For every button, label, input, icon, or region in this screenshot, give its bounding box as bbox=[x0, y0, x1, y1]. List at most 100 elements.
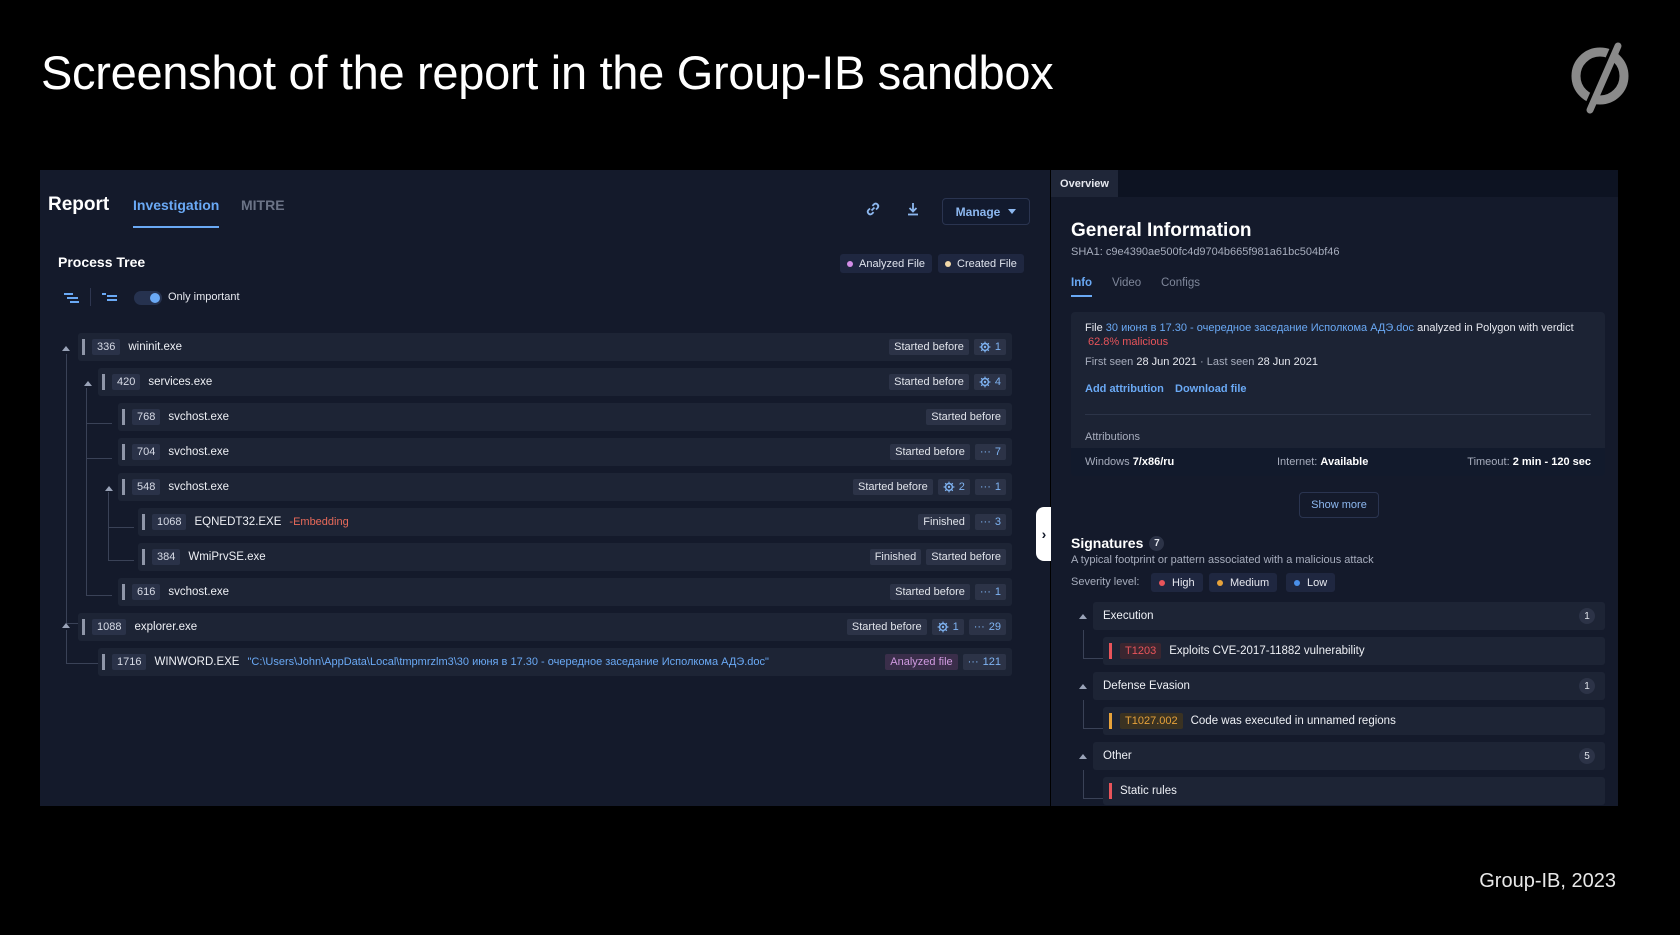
tab-investigation[interactable]: Investigation bbox=[133, 197, 220, 228]
tab-info[interactable]: Info bbox=[1071, 277, 1093, 297]
more-icon: ··· bbox=[979, 481, 991, 493]
process-pid: 420 bbox=[112, 374, 141, 390]
process-row[interactable]: 420 services.exe Started before 4 bbox=[98, 368, 1012, 396]
collapse-toggle-icon[interactable] bbox=[62, 346, 70, 351]
process-pid: 384 bbox=[152, 549, 181, 565]
divider bbox=[90, 288, 91, 306]
mitre-technique-code[interactable]: T1027.002 bbox=[1120, 713, 1183, 729]
slide-footer: Group-IB, 2023 bbox=[1479, 870, 1616, 892]
signature-group-defense-evasion[interactable]: Defense Evasion 1 bbox=[1093, 672, 1605, 700]
manage-button[interactable]: Manage bbox=[942, 198, 1030, 225]
link-icon[interactable] bbox=[864, 200, 882, 218]
process-row[interactable]: 336 wininit.exe Started before 1 bbox=[78, 333, 1012, 361]
legend-label: Analyzed File bbox=[859, 257, 926, 270]
analyzed-file-badge: Analyzed file bbox=[885, 654, 958, 670]
status-badge: Finished bbox=[869, 549, 922, 565]
file-info-card: File 30 июня в 17.30 - очередное заседан… bbox=[1071, 312, 1605, 476]
process-row[interactable]: 704 svchost.exe Started before ··· 7 bbox=[118, 438, 1012, 466]
process-row[interactable]: 384 WmiPrvSE.exe Finished Started before bbox=[138, 543, 1012, 571]
overview-panel: Overview General Information SHA1: c9e43… bbox=[1051, 170, 1618, 806]
report-title: Report bbox=[48, 194, 110, 215]
process-args: -Embedding bbox=[289, 516, 349, 528]
severity-high-chip[interactable]: High bbox=[1151, 573, 1203, 592]
download-file-link[interactable]: Download file bbox=[1175, 383, 1247, 395]
legend-created-file: Created File bbox=[938, 254, 1024, 273]
mitre-technique-code[interactable]: T1203 bbox=[1120, 643, 1162, 659]
collapse-toggle-icon[interactable] bbox=[1079, 614, 1087, 619]
signature-group-other[interactable]: Other 5 bbox=[1093, 742, 1605, 770]
gear-icon bbox=[937, 621, 949, 633]
child-count-badge[interactable]: ··· 1 bbox=[974, 479, 1006, 495]
collapse-toggle-icon[interactable] bbox=[84, 381, 92, 386]
severity-medium-chip[interactable]: Medium bbox=[1209, 573, 1278, 592]
child-count-badge[interactable]: ··· 29 bbox=[968, 619, 1006, 635]
process-pid: 548 bbox=[132, 479, 161, 495]
process-name: svchost.exe bbox=[168, 481, 230, 493]
severity-low-chip[interactable]: Low bbox=[1286, 573, 1336, 592]
gear-icon bbox=[979, 341, 991, 353]
child-count-badge[interactable]: 1 bbox=[973, 339, 1006, 355]
signature-item[interactable]: T1027.002 Code was executed in unnamed r… bbox=[1103, 707, 1605, 735]
child-count-badge[interactable]: 4 bbox=[973, 374, 1006, 390]
expand-all-icon[interactable] bbox=[64, 292, 80, 304]
process-row[interactable]: 1088 explorer.exe Started before 1 ··· 29 bbox=[78, 613, 1012, 641]
child-count-badge[interactable]: ··· 121 bbox=[962, 654, 1006, 670]
signature-group-execution[interactable]: Execution 1 bbox=[1093, 602, 1605, 630]
status-badge: Started before bbox=[846, 619, 927, 635]
process-args: "C:\Users\John\AppData\Local\tmpmrzlm3\3… bbox=[247, 656, 769, 668]
process-pid: 768 bbox=[132, 409, 161, 425]
group-ib-logo-icon bbox=[1571, 42, 1629, 114]
collapse-toggle-icon[interactable] bbox=[62, 623, 70, 628]
verdict-badge: 62.8% malicious bbox=[1088, 336, 1169, 348]
child-count-badge[interactable]: 2 bbox=[937, 479, 970, 495]
process-pid: 336 bbox=[92, 339, 121, 355]
only-important-toggle[interactable] bbox=[134, 291, 162, 305]
process-row[interactable]: 1068 EQNEDT32.EXE -Embedding Finished ··… bbox=[138, 508, 1012, 536]
manage-button-label: Manage bbox=[955, 204, 1001, 219]
process-tree-title: Process Tree bbox=[58, 254, 146, 270]
show-more-button[interactable]: Show more bbox=[1299, 492, 1379, 518]
legend-dot bbox=[847, 260, 853, 267]
process-row[interactable]: 616 svchost.exe Started before ··· 1 bbox=[118, 578, 1012, 606]
status-badge: Started before bbox=[853, 479, 933, 495]
legend-dot bbox=[945, 260, 951, 267]
process-row[interactable]: 1716 WINWORD.EXE "C:\Users\John\AppData\… bbox=[98, 648, 1012, 676]
child-count-badge[interactable]: ··· 3 bbox=[974, 514, 1006, 530]
child-count-badge[interactable]: 1 bbox=[931, 619, 964, 635]
process-name: svchost.exe bbox=[168, 586, 230, 598]
add-attribution-link[interactable]: Add attribution bbox=[1085, 383, 1164, 395]
only-important-label: Only important bbox=[168, 291, 240, 303]
download-icon[interactable] bbox=[904, 200, 922, 218]
collapse-toggle-icon[interactable] bbox=[1079, 754, 1087, 759]
signatures-count: 7 bbox=[1149, 535, 1165, 551]
file-name-link[interactable]: 30 июня в 17.30 - очередное заседание Ис… bbox=[1106, 322, 1414, 334]
signature-item[interactable]: Static rules bbox=[1103, 777, 1605, 805]
legend-label: Created File bbox=[957, 257, 1017, 270]
status-badge: Finished bbox=[918, 514, 970, 530]
internet-info: Internet: Available bbox=[1277, 456, 1369, 468]
collapse-toggle-icon[interactable] bbox=[105, 486, 113, 491]
process-row[interactable]: 548 svchost.exe Started before 2 ··· 1 bbox=[118, 473, 1012, 501]
gear-icon bbox=[979, 376, 991, 388]
process-row[interactable]: 768 svchost.exe Started before bbox=[118, 403, 1012, 431]
child-count-badge[interactable]: ··· 1 bbox=[974, 584, 1006, 600]
more-icon: ··· bbox=[979, 586, 991, 598]
tab-video[interactable]: Video bbox=[1112, 277, 1141, 289]
collapse-toggle-icon[interactable] bbox=[1079, 684, 1087, 689]
timeout-info: Timeout: 2 min - 120 sec bbox=[1467, 456, 1591, 468]
process-pid: 1716 bbox=[112, 654, 147, 670]
signature-item[interactable]: T1203 Exploits CVE-2017-11882 vulnerabil… bbox=[1103, 637, 1605, 665]
process-pid: 704 bbox=[132, 444, 161, 460]
panel-collapse-handle[interactable]: › bbox=[1036, 507, 1052, 561]
tab-overview[interactable]: Overview bbox=[1051, 170, 1118, 197]
tab-configs[interactable]: Configs bbox=[1161, 277, 1200, 289]
process-name: explorer.exe bbox=[134, 621, 198, 633]
signatures-title: Signatures 7 bbox=[1071, 535, 1165, 551]
more-icon: ··· bbox=[979, 516, 991, 528]
signatures-description: A typical footprint or pattern associate… bbox=[1071, 554, 1374, 566]
tab-mitre[interactable]: MITRE bbox=[241, 197, 285, 213]
child-count-badge[interactable]: ··· 7 bbox=[974, 444, 1006, 460]
file-verdict-line: File 30 июня в 17.30 - очередное заседан… bbox=[1085, 322, 1574, 334]
more-icon: ··· bbox=[979, 446, 991, 458]
collapse-all-icon[interactable] bbox=[102, 292, 118, 304]
